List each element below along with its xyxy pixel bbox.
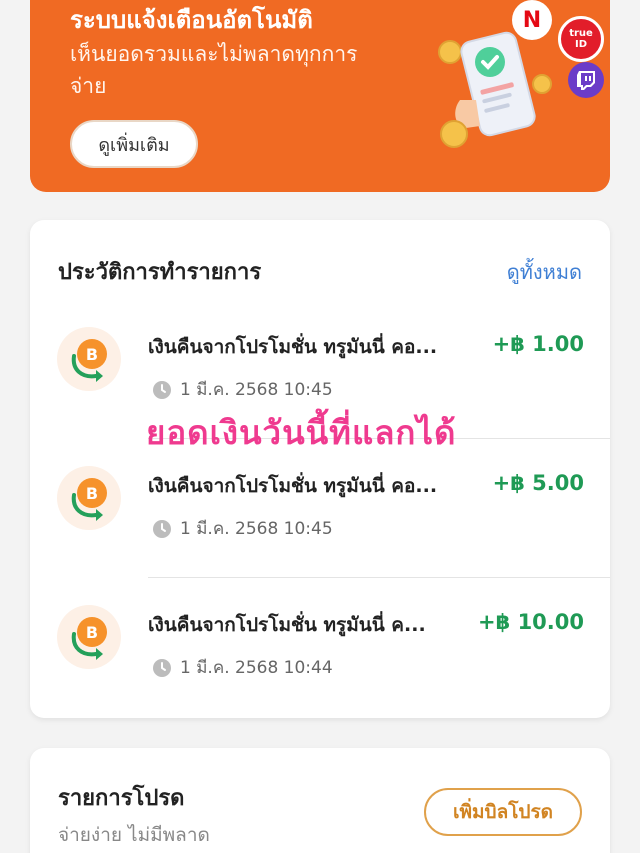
banner-title: ระบบแจ้งเตือนอัตโนมัติ	[70, 6, 313, 34]
bitcoin-refund-icon: B	[57, 466, 121, 530]
transaction-name: เงินคืนจากโปรโมชั่น ทรูมันนี่ คอ...	[148, 475, 438, 497]
transaction-time: 1 มี.ค. 2568 10:45	[152, 376, 333, 403]
favorite-bills-subtitle: จ่ายง่าย ไม่มีพลาด	[58, 824, 210, 846]
overlay-caption: ยอดเงินวันนี้ที่แลกได้	[146, 413, 457, 452]
trueid-logo-top: true	[569, 28, 593, 39]
clock-icon	[153, 380, 171, 399]
add-favorite-bill-button[interactable]: เพิ่มบิลโปรด	[424, 788, 582, 836]
transaction-time: 1 มี.ค. 2568 10:45	[152, 515, 333, 542]
trueid-logo-icon: true ID	[558, 16, 604, 62]
transaction-row[interactable]: B เงินคืนจากโปรโมชั่น ทรูมันนี่ คอ... +฿…	[30, 466, 610, 609]
svg-text:B: B	[86, 484, 98, 503]
see-more-button[interactable]: ดูเพิ่มเติม	[70, 120, 198, 168]
trueid-logo-bottom: ID	[574, 39, 588, 50]
view-all-link[interactable]: ดูทั้งหมด	[507, 256, 582, 288]
svg-text:B: B	[86, 623, 98, 642]
clock-icon	[153, 658, 171, 677]
transaction-time-text: 1 มี.ค. 2568 10:45	[180, 380, 333, 400]
history-title: ประวัติการทำรายการ	[58, 260, 262, 285]
transaction-amount: +฿ 10.00	[478, 610, 584, 634]
transaction-amount: +฿ 5.00	[492, 471, 584, 495]
transaction-time-text: 1 มี.ค. 2568 10:45	[180, 519, 333, 539]
bitcoin-refund-icon: B	[57, 327, 121, 391]
page: ระบบแจ้งเตือนอัตโนมัติ เห็นยอดรวมและไม่พ…	[0, 0, 640, 853]
auto-notify-banner[interactable]: ระบบแจ้งเตือนอัตโนมัติ เห็นยอดรวมและไม่พ…	[30, 0, 610, 192]
phone-payment-illustration-icon	[438, 31, 552, 148]
clock-icon	[153, 519, 171, 538]
transaction-name: เงินคืนจากโปรโมชั่น ทรูมันนี่ ค...	[148, 614, 426, 636]
transaction-row[interactable]: B เงินคืนจากโปรโมชั่น ทรูมันนี่ ค... +฿ …	[30, 605, 610, 748]
transaction-time: 1 มี.ค. 2568 10:44	[152, 654, 333, 681]
favorite-bills-card: รายการโปรด จ่ายง่าย ไม่มีพลาด เพิ่มบิลโป…	[30, 748, 610, 853]
transaction-name: เงินคืนจากโปรโมชั่น ทรูมันนี่ คอ...	[148, 336, 438, 358]
bitcoin-refund-icon: B	[57, 605, 121, 669]
twitch-logo-icon	[568, 62, 604, 98]
banner-subtitle: เห็นยอดรวมและไม่พลาดทุกการจ่าย	[70, 42, 358, 98]
svg-text:B: B	[86, 345, 98, 364]
transaction-amount: +฿ 1.00	[492, 332, 584, 356]
transaction-time-text: 1 มี.ค. 2568 10:44	[180, 658, 333, 678]
transaction-history-card: ประวัติการทำรายการ ดูทั้งหมด B เงินคืนจา…	[30, 220, 610, 718]
favorite-bills-title: รายการโปรด	[58, 786, 185, 811]
row-divider	[148, 577, 610, 578]
